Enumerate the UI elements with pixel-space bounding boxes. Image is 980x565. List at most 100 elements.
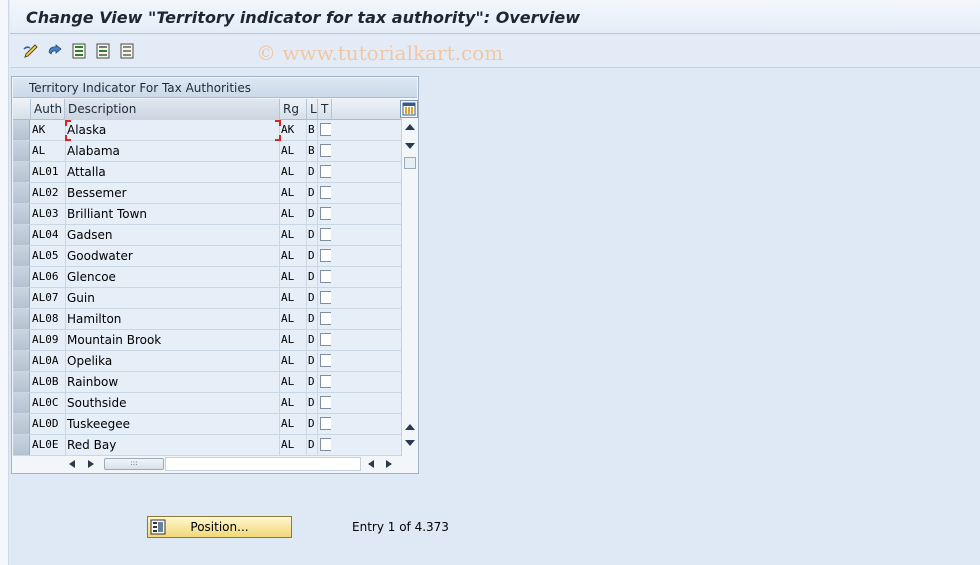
cell-auth[interactable]: AL09 (32, 330, 65, 350)
horizontal-scroll-track[interactable] (165, 457, 361, 471)
cell-rg[interactable]: AL (279, 309, 306, 329)
row-selector[interactable] (13, 162, 30, 182)
other-view-icon[interactable] (46, 42, 64, 60)
select-block-icon[interactable] (94, 42, 112, 60)
cell-auth[interactable]: AL08 (32, 309, 65, 329)
cell-description[interactable]: Goodwater (65, 246, 280, 266)
cell-rg[interactable]: AL (279, 225, 306, 245)
t-checkbox[interactable] (320, 312, 331, 325)
row-selector[interactable] (13, 204, 30, 224)
cell-l[interactable]: D (306, 435, 317, 455)
scroll-left-icon[interactable] (69, 460, 75, 468)
cell-l[interactable]: D (306, 414, 317, 434)
cell-rg[interactable]: AL (279, 435, 306, 455)
cell-description[interactable]: Mountain Brook (65, 330, 280, 350)
row-selector[interactable] (13, 120, 30, 140)
cell-auth[interactable]: AL0D (32, 414, 65, 434)
row-selector[interactable] (13, 183, 30, 203)
cell-l[interactable]: D (306, 267, 317, 287)
select-all-icon[interactable] (70, 42, 88, 60)
scroll-up-icon[interactable] (405, 124, 415, 130)
t-checkbox[interactable] (320, 291, 331, 304)
row-selector[interactable] (13, 414, 30, 434)
cell-l[interactable]: D (306, 288, 317, 308)
row-selector[interactable] (13, 267, 30, 287)
cell-rg[interactable]: AL (279, 330, 306, 350)
cell-auth[interactable]: AL07 (32, 288, 65, 308)
cell-description[interactable]: Tuskeegee (65, 414, 280, 434)
scroll-page-up-icon[interactable] (405, 424, 415, 430)
column-header-rg[interactable]: Rg (280, 99, 307, 120)
t-checkbox[interactable] (320, 228, 331, 241)
cell-rg[interactable]: AL (279, 141, 306, 161)
row-selector[interactable] (13, 309, 30, 329)
cell-l[interactable]: D (306, 351, 317, 371)
column-header-l[interactable]: L (307, 99, 318, 120)
horizontal-scrollbar[interactable]: ::: (64, 456, 402, 472)
t-checkbox[interactable] (320, 186, 331, 199)
cell-rg[interactable]: AL (279, 162, 306, 182)
cell-description[interactable]: Opelika (65, 351, 280, 371)
cell-description[interactable]: Red Bay (65, 435, 280, 455)
row-selector[interactable] (13, 288, 30, 308)
column-header-description[interactable]: Description (65, 99, 280, 120)
cell-auth[interactable]: AK (32, 120, 65, 140)
cell-description[interactable]: Hamilton (65, 309, 280, 329)
cell-l[interactable]: B (306, 141, 317, 161)
cell-description[interactable]: Southside (65, 393, 280, 413)
cell-l[interactable]: D (306, 393, 317, 413)
cell-rg[interactable]: AL (279, 372, 306, 392)
row-selector[interactable] (13, 246, 30, 266)
vertical-scroll-thumb[interactable] (404, 157, 416, 169)
cell-description[interactable]: Glencoe (65, 267, 280, 287)
cell-auth[interactable]: AL0E (32, 435, 65, 455)
cell-rg[interactable]: AL (279, 267, 306, 287)
cell-auth[interactable]: AL01 (32, 162, 65, 182)
deselect-all-icon[interactable] (118, 42, 136, 60)
cell-auth[interactable]: AL06 (32, 267, 65, 287)
cell-auth[interactable]: AL0C (32, 393, 65, 413)
t-checkbox[interactable] (320, 375, 331, 388)
cell-l[interactable]: D (306, 372, 317, 392)
cell-rg[interactable]: AL (279, 183, 306, 203)
t-checkbox[interactable] (320, 396, 331, 409)
column-header-auth[interactable]: Auth (31, 99, 65, 120)
scroll-right-icon[interactable] (88, 460, 94, 468)
cell-rg[interactable]: AK (279, 120, 306, 140)
t-checkbox[interactable] (320, 123, 331, 136)
cell-description[interactable]: Guin (65, 288, 280, 308)
position-button[interactable]: Position... (147, 516, 292, 538)
column-header-t[interactable]: T (318, 99, 332, 120)
horizontal-scroll-thumb[interactable]: ::: (104, 458, 164, 470)
cell-l[interactable]: D (306, 309, 317, 329)
row-selector[interactable] (13, 435, 30, 455)
cell-auth[interactable]: AL02 (32, 183, 65, 203)
cell-l[interactable]: D (306, 225, 317, 245)
row-selector[interactable] (13, 393, 30, 413)
vertical-scrollbar[interactable] (401, 120, 417, 456)
scroll-left-end-icon[interactable] (368, 460, 374, 468)
cell-rg[interactable]: AL (279, 393, 306, 413)
cell-l[interactable]: D (306, 330, 317, 350)
t-checkbox[interactable] (320, 144, 331, 157)
scroll-right-end-icon[interactable] (386, 460, 392, 468)
cell-rg[interactable]: AL (279, 246, 306, 266)
row-selector[interactable] (13, 225, 30, 245)
t-checkbox[interactable] (320, 249, 331, 262)
cell-auth[interactable]: AL04 (32, 225, 65, 245)
t-checkbox[interactable] (320, 354, 331, 367)
row-selector[interactable] (13, 372, 30, 392)
cell-auth[interactable]: AL0B (32, 372, 65, 392)
cell-rg[interactable]: AL (279, 204, 306, 224)
t-checkbox[interactable] (320, 438, 331, 451)
table-settings-button[interactable] (400, 100, 418, 118)
scroll-down-icon[interactable] (405, 440, 415, 446)
cell-description[interactable]: Brilliant Town (65, 204, 280, 224)
t-checkbox[interactable] (320, 165, 331, 178)
cell-description[interactable]: Bessemer (65, 183, 280, 203)
cell-auth[interactable]: AL05 (32, 246, 65, 266)
cell-description[interactable]: Rainbow (65, 372, 280, 392)
cell-l[interactable]: D (306, 246, 317, 266)
t-checkbox[interactable] (320, 333, 331, 346)
cell-description[interactable]: Gadsen (65, 225, 280, 245)
